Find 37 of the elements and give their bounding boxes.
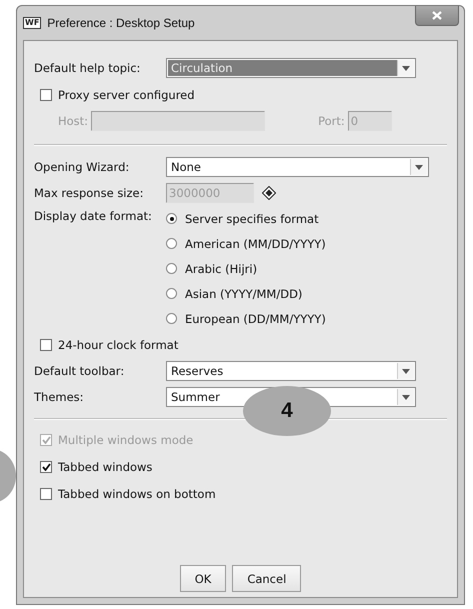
ok-button[interactable]: OK [180, 565, 226, 592]
field-label: Themes: [34, 390, 85, 404]
dropdown-field[interactable]: None [166, 157, 429, 177]
radio-button[interactable] [166, 238, 177, 249]
radio-button[interactable] [166, 313, 177, 324]
field-label: Default toolbar: [34, 364, 126, 378]
radio-label: American (MM/DD/YYYY) [185, 236, 326, 250]
radio-button[interactable] [166, 288, 177, 299]
checkbox[interactable] [40, 338, 52, 350]
field-label: Display date format: [34, 208, 153, 225]
checkbox-label: Proxy server configured [58, 88, 195, 102]
checkbox-label: Multiple windows mode [58, 432, 194, 446]
field-label: Host: [58, 114, 88, 128]
checkbox[interactable] [40, 460, 52, 472]
checkbox-label: Tabbed windows [58, 460, 152, 474]
checkbox-label: Tabbed windows on bottom [58, 486, 216, 500]
field-label: Port: [318, 114, 345, 128]
window-title: Preference : Desktop Setup [47, 16, 195, 30]
cancel-button[interactable]: Cancel [232, 565, 302, 592]
dropdown-field[interactable]: Reserves [166, 361, 416, 381]
radio-button[interactable] [166, 263, 177, 274]
checkbox-label: 24-hour clock format [58, 338, 178, 352]
radio-label: European (DD/MM/YYYY) [185, 312, 326, 326]
checkbox[interactable] [40, 488, 52, 500]
radio-button[interactable] [166, 213, 177, 224]
close-icon [432, 11, 442, 20]
radio-label: Asian (YYYY/MM/DD) [185, 286, 302, 300]
field-label: Opening Wizard: [34, 160, 130, 174]
diamond-icon[interactable] [262, 186, 276, 200]
checkbox[interactable] [40, 88, 52, 100]
radio-label: Arabic (Hijri) [185, 262, 258, 276]
field-label: Max response size: [34, 186, 144, 200]
close-button[interactable] [415, 6, 459, 26]
dropdown-field[interactable]: Circulation [166, 58, 416, 78]
field-label: Default help topic: [34, 61, 142, 75]
app-icon: WF [23, 17, 42, 29]
radio-label: Server specifies format [185, 212, 319, 226]
